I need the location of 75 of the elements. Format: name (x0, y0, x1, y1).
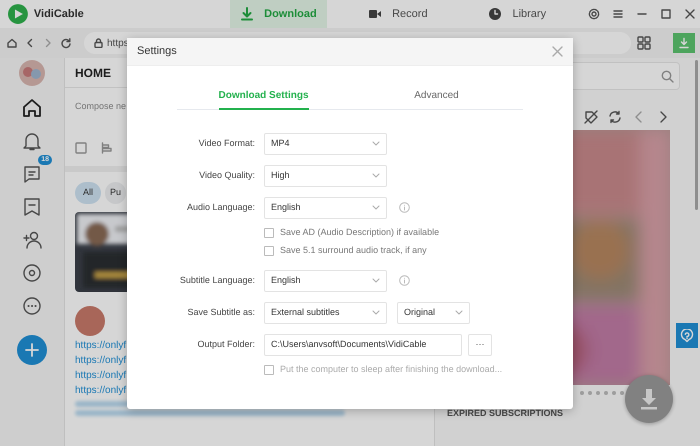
download-button[interactable] (625, 375, 673, 423)
logo-icon (8, 4, 28, 24)
tag-off-icon[interactable] (584, 110, 598, 124)
search-icon (661, 70, 674, 82)
more-icon[interactable] (21, 295, 43, 317)
menu-icon[interactable] (612, 8, 624, 20)
clock-icon (488, 7, 502, 21)
home-icon[interactable] (6, 37, 18, 49)
person-add-icon[interactable] (21, 229, 43, 251)
field-label: Audio Language: (186, 200, 255, 214)
refresh-icon[interactable] (608, 110, 622, 124)
dialog-title: Settings (137, 44, 177, 59)
filter-chip[interactable]: Pu (105, 182, 126, 204)
field-label: Output Folder: (196, 338, 255, 351)
filter-chip[interactable]: All (75, 182, 102, 204)
poll-icon[interactable] (101, 142, 113, 154)
carousel-dot[interactable] (588, 391, 592, 395)
avatar (75, 306, 105, 336)
dropdown-value: External subtitles (271, 306, 340, 319)
settings-icon[interactable] (588, 8, 600, 20)
app-tab[interactable]: Library (468, 0, 566, 28)
settings-tab[interactable]: Advanced (414, 88, 459, 110)
carousel-dot[interactable] (596, 391, 600, 395)
chevron-down-icon (372, 205, 380, 210)
chevron-down-icon (455, 310, 463, 315)
chevron-down-icon (372, 173, 380, 178)
app-tab[interactable]: Record (349, 0, 447, 28)
dropdown-value: English (271, 200, 301, 214)
field-label: Subtitle Language: (178, 274, 255, 287)
download-icon (240, 7, 254, 21)
carousel-dot[interactable] (620, 391, 624, 395)
app-name: VidiCable (34, 6, 85, 22)
maximize-icon[interactable] (660, 8, 672, 20)
checkbox[interactable] (264, 228, 274, 238)
avatar-icon[interactable] (19, 60, 45, 86)
dropdown[interactable]: Original (397, 302, 470, 324)
carousel-dot[interactable] (604, 391, 608, 395)
image-icon[interactable] (75, 142, 87, 154)
chevron-down-icon (372, 141, 380, 146)
checkbox[interactable] (264, 246, 274, 256)
section-title: EXPIRED SUBSCRIPTIONS (446, 407, 564, 420)
folder-path: C:\Users\anvsoft\Documents\VidiCable (271, 338, 426, 351)
checkbox[interactable] (264, 364, 274, 374)
browse-button[interactable]: ··· (468, 334, 492, 356)
new-post-button[interactable] (17, 335, 47, 365)
dropdown[interactable]: MP4 (264, 132, 387, 154)
dropdown[interactable]: External subtitles (264, 302, 387, 324)
disc-icon[interactable] (21, 262, 43, 284)
download-button[interactable] (673, 33, 695, 53)
carousel-dot[interactable] (612, 391, 616, 395)
folder-field[interactable]: C:\Users\anvsoft\Documents\VidiCable (264, 334, 462, 356)
field-label: Video Quality: (198, 168, 255, 182)
download-icon (678, 37, 690, 49)
chevron-down-icon (372, 278, 380, 283)
video-camera-icon (368, 7, 382, 21)
field-label: Video Format: (198, 136, 255, 150)
lock-icon (94, 38, 103, 48)
dropdown-value: MP4 (271, 136, 290, 150)
home-icon[interactable] (21, 97, 43, 119)
field-label: Save Subtitle as: (186, 306, 255, 319)
chevron-down-icon (372, 310, 380, 315)
dropdown-value: Original (404, 306, 436, 319)
grid-icon[interactable] (637, 36, 651, 50)
reload-icon[interactable] (60, 37, 72, 49)
carousel-dot[interactable] (580, 391, 584, 395)
dropdown-value: High (271, 168, 290, 182)
dropdown-value: English (271, 274, 301, 287)
dropdown[interactable]: High (264, 164, 387, 186)
help-button[interactable] (676, 323, 698, 348)
close-icon[interactable] (684, 8, 696, 20)
dropdown[interactable]: English (264, 196, 387, 218)
dropdown[interactable]: English (264, 270, 387, 292)
scrollbar-thumb[interactable] (695, 60, 698, 210)
help-icon (680, 328, 694, 342)
plus-icon (25, 343, 39, 357)
